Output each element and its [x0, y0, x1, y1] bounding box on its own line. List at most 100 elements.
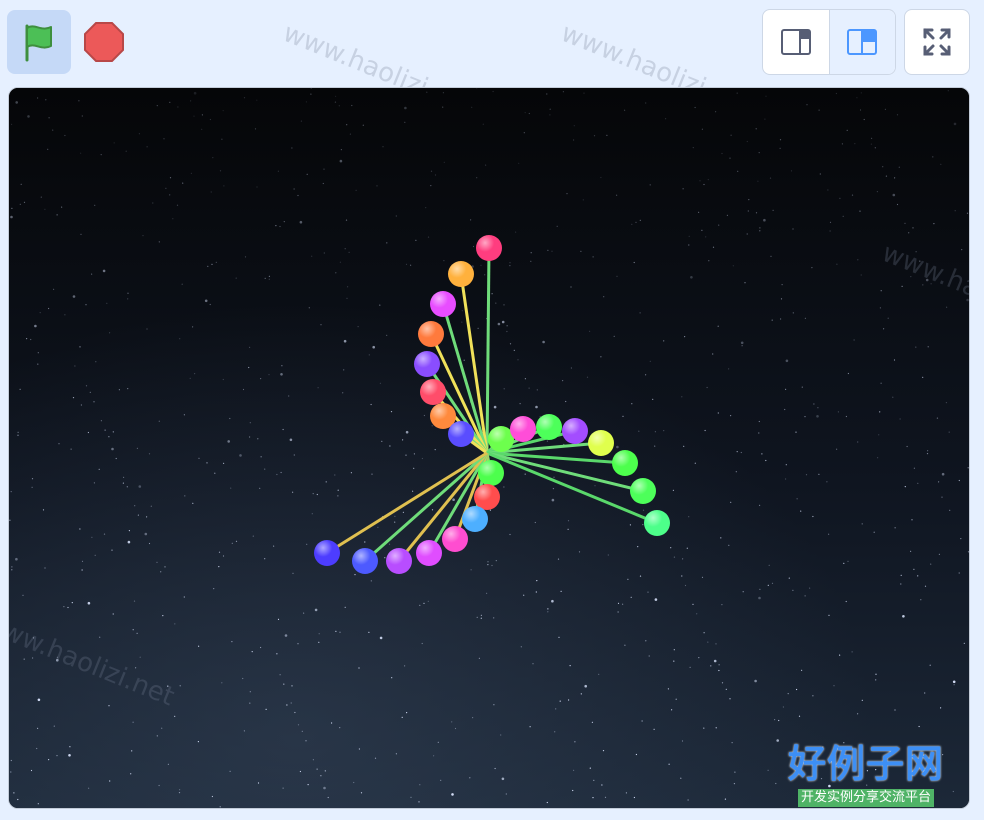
star — [183, 596, 185, 598]
star — [924, 692, 926, 694]
star — [725, 688, 727, 691]
star — [412, 490, 414, 492]
star — [654, 598, 658, 601]
star — [847, 372, 850, 375]
star — [257, 438, 259, 440]
ball-sprite[interactable] — [420, 379, 446, 405]
star — [809, 587, 811, 589]
star — [299, 220, 303, 224]
star — [675, 698, 677, 700]
star — [91, 273, 93, 275]
star — [705, 236, 707, 238]
ball-sprite[interactable] — [588, 430, 614, 456]
small-stage-button[interactable] — [763, 10, 829, 74]
star — [23, 658, 25, 660]
star — [132, 721, 134, 723]
star — [480, 617, 482, 619]
star — [847, 560, 849, 562]
ball-sprite[interactable] — [314, 540, 340, 566]
star — [148, 542, 151, 545]
star — [663, 430, 665, 432]
star — [242, 388, 245, 391]
star — [339, 631, 341, 633]
star — [79, 346, 81, 348]
ball-sprite[interactable] — [562, 418, 588, 444]
star — [343, 369, 345, 371]
ball-sprite[interactable] — [448, 261, 474, 287]
star — [792, 312, 794, 314]
star — [729, 698, 731, 700]
star — [111, 447, 114, 451]
star — [218, 566, 220, 568]
star — [264, 558, 266, 560]
star — [641, 720, 643, 722]
star — [136, 447, 138, 449]
ball-sprite[interactable] — [448, 421, 474, 447]
star — [765, 95, 767, 97]
star — [898, 166, 900, 168]
ball-sprite[interactable] — [386, 548, 412, 574]
star — [451, 721, 453, 723]
green-flag-button[interactable] — [7, 10, 71, 74]
star — [88, 787, 90, 789]
star — [249, 436, 251, 438]
star — [482, 123, 484, 125]
star — [566, 193, 568, 195]
star — [56, 656, 59, 658]
star — [906, 445, 908, 448]
star — [804, 595, 806, 597]
star — [505, 793, 507, 795]
fullscreen-button[interactable] — [904, 9, 970, 75]
star — [89, 391, 91, 393]
star — [344, 248, 346, 250]
star — [348, 251, 350, 253]
star — [686, 547, 688, 549]
ball-sprite[interactable] — [474, 484, 500, 510]
star — [443, 161, 445, 163]
star — [546, 801, 548, 804]
star — [207, 265, 209, 267]
star — [306, 173, 308, 175]
star — [279, 225, 281, 228]
star — [757, 180, 759, 182]
star — [600, 356, 602, 358]
star — [910, 276, 912, 278]
star — [692, 147, 694, 149]
star — [111, 549, 113, 551]
star — [736, 92, 738, 94]
star — [801, 386, 803, 388]
star — [966, 298, 969, 302]
ball-sprite[interactable] — [442, 526, 468, 552]
star — [42, 509, 45, 511]
ball-sprite[interactable] — [644, 510, 670, 536]
star — [877, 457, 879, 459]
star — [506, 330, 508, 333]
star — [162, 615, 164, 617]
ball-sprite[interactable] — [536, 414, 562, 440]
star — [265, 708, 267, 711]
star — [851, 194, 854, 196]
star — [343, 339, 347, 343]
ball-sprite[interactable] — [476, 235, 502, 261]
ball-sprite[interactable] — [418, 321, 444, 347]
star — [917, 482, 919, 484]
star — [547, 249, 549, 251]
ball-sprite[interactable] — [630, 478, 656, 504]
ball-sprite[interactable] — [612, 450, 638, 476]
ball-sprite[interactable] — [352, 548, 378, 574]
ball-sprite[interactable] — [462, 506, 488, 532]
ball-sprite[interactable] — [416, 540, 442, 566]
star — [30, 769, 33, 772]
ball-sprite[interactable] — [478, 460, 504, 486]
ball-sprite[interactable] — [414, 351, 440, 377]
ball-sprite[interactable] — [510, 416, 536, 442]
star — [297, 643, 299, 645]
stop-button[interactable] — [80, 18, 128, 66]
normal-stage-button[interactable] — [828, 10, 895, 74]
star — [645, 640, 647, 642]
star — [509, 265, 511, 267]
star — [742, 591, 744, 593]
star — [146, 146, 148, 148]
stage-canvas[interactable]: www.haolizi.net www.haolizi.net — [8, 87, 970, 809]
ball-sprite[interactable] — [430, 291, 456, 317]
